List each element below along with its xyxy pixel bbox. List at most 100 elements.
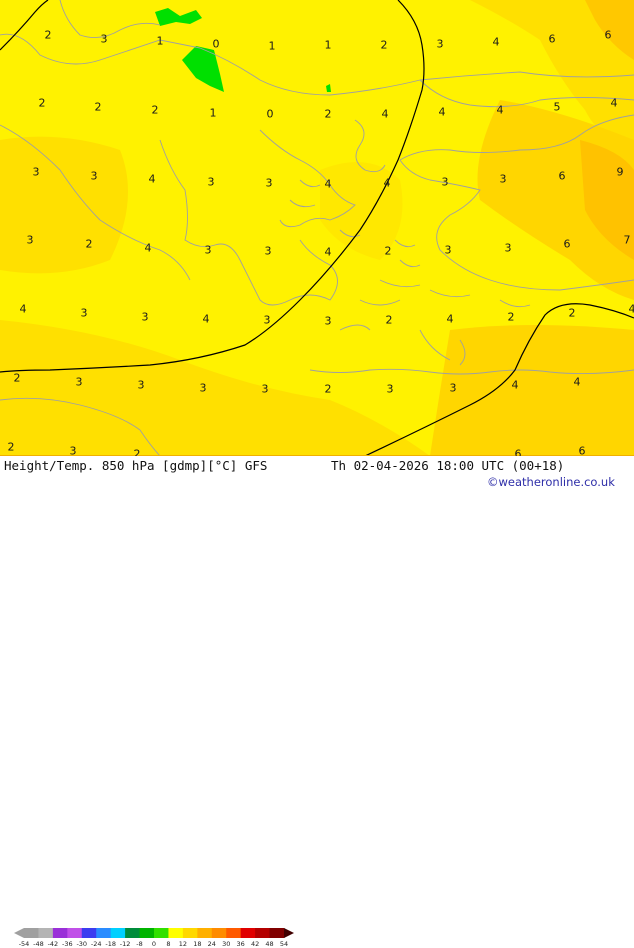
scale-tick-label: -30 <box>76 940 87 948</box>
scale-tick-label: 54 <box>280 940 288 948</box>
isoline-label: 9 <box>617 167 624 178</box>
scale-swatch <box>38 928 53 938</box>
isoline-label: 4 <box>20 304 27 315</box>
isoline-label: 3 <box>266 178 273 189</box>
scale-swatch <box>96 928 111 938</box>
isoline-label: 6 <box>515 449 522 457</box>
isoline-label: 2 <box>86 239 93 250</box>
isoline-label: 2 <box>569 308 576 319</box>
scale-swatch <box>154 928 169 938</box>
isoline-label: 0 <box>267 109 274 120</box>
scale-swatch <box>140 928 155 938</box>
isoline-label: 1 <box>325 40 332 51</box>
isoline-label: 4 <box>145 243 152 254</box>
isoline-label: 1 <box>210 108 217 119</box>
isoline-label: 7 <box>624 235 631 246</box>
isoline-label: 3 <box>27 235 34 246</box>
warm-area-southeast <box>430 325 634 456</box>
warm-area-west <box>0 137 128 274</box>
map-title: Height/Temp. 850 hPa [gdmp][°C] GFS <box>4 458 267 473</box>
isoline-label: 6 <box>605 30 612 41</box>
forecast-datetime: Th 02-04-2026 18:00 UTC (00+18) <box>331 458 564 473</box>
isoline-label: 4 <box>384 178 391 189</box>
isoline-label: 3 <box>142 312 149 323</box>
scale-swatch <box>125 928 140 938</box>
isoline-label: 3 <box>70 446 77 457</box>
scale-swatch <box>197 928 212 938</box>
isoline-label: 2 <box>385 246 392 257</box>
scale-tick-label: 36 <box>237 940 245 948</box>
scale-tick-label: 30 <box>222 940 230 948</box>
isoline-label: 2 <box>508 312 515 323</box>
isoline-label: 4 <box>497 105 504 116</box>
isoline-label: 2 <box>325 109 332 120</box>
scale-arrow-left <box>14 928 24 938</box>
scale-swatch <box>241 928 256 938</box>
isoline-label: 4 <box>439 107 446 118</box>
scale-tick-label: 8 <box>166 940 170 948</box>
isoline-label: 3 <box>205 245 212 256</box>
isoline-label: 6 <box>579 446 586 457</box>
isoline-label: 2 <box>39 98 46 109</box>
scale-tick-label: -36 <box>62 940 73 948</box>
scale-swatch <box>168 928 183 938</box>
isoline-label: 3 <box>262 384 269 395</box>
map-view[interactable]: 2 3 1 0 1 1 2 3 4 6 6 2 2 2 1 0 2 4 4 4 5 4 3 3 4 3 3 4 4 3 3 6 9 3 2 4 3 3 4 2… <box>0 0 634 456</box>
isoline-label: 3 <box>138 380 145 391</box>
isoline-label: 3 <box>76 377 83 388</box>
legend-footer: Height/Temp. 850 hPa [gdmp][°C] GFS Th 0… <box>0 456 634 490</box>
map-canvas <box>0 0 634 456</box>
scale-tick-label: -8 <box>136 940 142 948</box>
scale-tick-label: 0 <box>152 940 156 948</box>
color-scale-bar <box>14 928 294 938</box>
isoline-label: 2 <box>45 30 52 41</box>
isoline-label: 2 <box>386 315 393 326</box>
credit-link[interactable]: ©weatheronline.co.uk <box>487 475 615 489</box>
isoline-label: 4 <box>447 314 454 325</box>
isoline-label: 3 <box>325 316 332 327</box>
isoline-label: 3 <box>81 308 88 319</box>
isoline-label: 4 <box>325 247 332 258</box>
isoline-label: 6 <box>559 171 566 182</box>
scale-swatch <box>226 928 241 938</box>
isoline-label: 3 <box>437 39 444 50</box>
isoline-label: 2 <box>152 105 159 116</box>
scale-tick-label: -54 <box>19 940 30 948</box>
isoline-label: 4 <box>512 380 519 391</box>
isoline-label: 3 <box>505 243 512 254</box>
isoline-label: 3 <box>442 177 449 188</box>
scale-swatch <box>270 928 285 938</box>
isoline-label: 0 <box>213 39 220 50</box>
isoline-label: 4 <box>325 179 332 190</box>
isoline-label: 1 <box>269 41 276 52</box>
isoline-label: 6 <box>549 34 556 45</box>
isoline-label: 2 <box>95 102 102 113</box>
scale-swatch <box>67 928 82 938</box>
isoline-label: 3 <box>265 246 272 257</box>
scale-swatch <box>111 928 126 938</box>
scale-tick-label: -48 <box>33 940 44 948</box>
isoline-label: 4 <box>611 98 618 109</box>
scale-tick-label: 24 <box>208 940 216 948</box>
scale-tick-label: 48 <box>265 940 273 948</box>
isoline-label: 3 <box>450 383 457 394</box>
isoline-label: 2 <box>134 449 141 457</box>
isoline-label: 3 <box>500 174 507 185</box>
scale-swatch <box>82 928 97 938</box>
isoline-label: 6 <box>564 239 571 250</box>
isoline-label: 4 <box>203 314 210 325</box>
isoline-label: 4 <box>629 304 634 315</box>
scale-tick-label: 18 <box>193 940 201 948</box>
isoline-label: 3 <box>33 167 40 178</box>
isoline-label: 2 <box>381 40 388 51</box>
scale-tick-label: -42 <box>48 940 59 948</box>
scale-arrow-right <box>284 928 294 938</box>
isoline-label: 3 <box>91 171 98 182</box>
isoline-label: 2 <box>325 384 332 395</box>
isoline-label: 3 <box>445 245 452 256</box>
scale-tick-label: -24 <box>91 940 102 948</box>
scale-tick-label: -18 <box>105 940 116 948</box>
isoline-label: 1 <box>157 36 164 47</box>
isoline-label: 5 <box>554 102 561 113</box>
scale-swatch <box>255 928 270 938</box>
